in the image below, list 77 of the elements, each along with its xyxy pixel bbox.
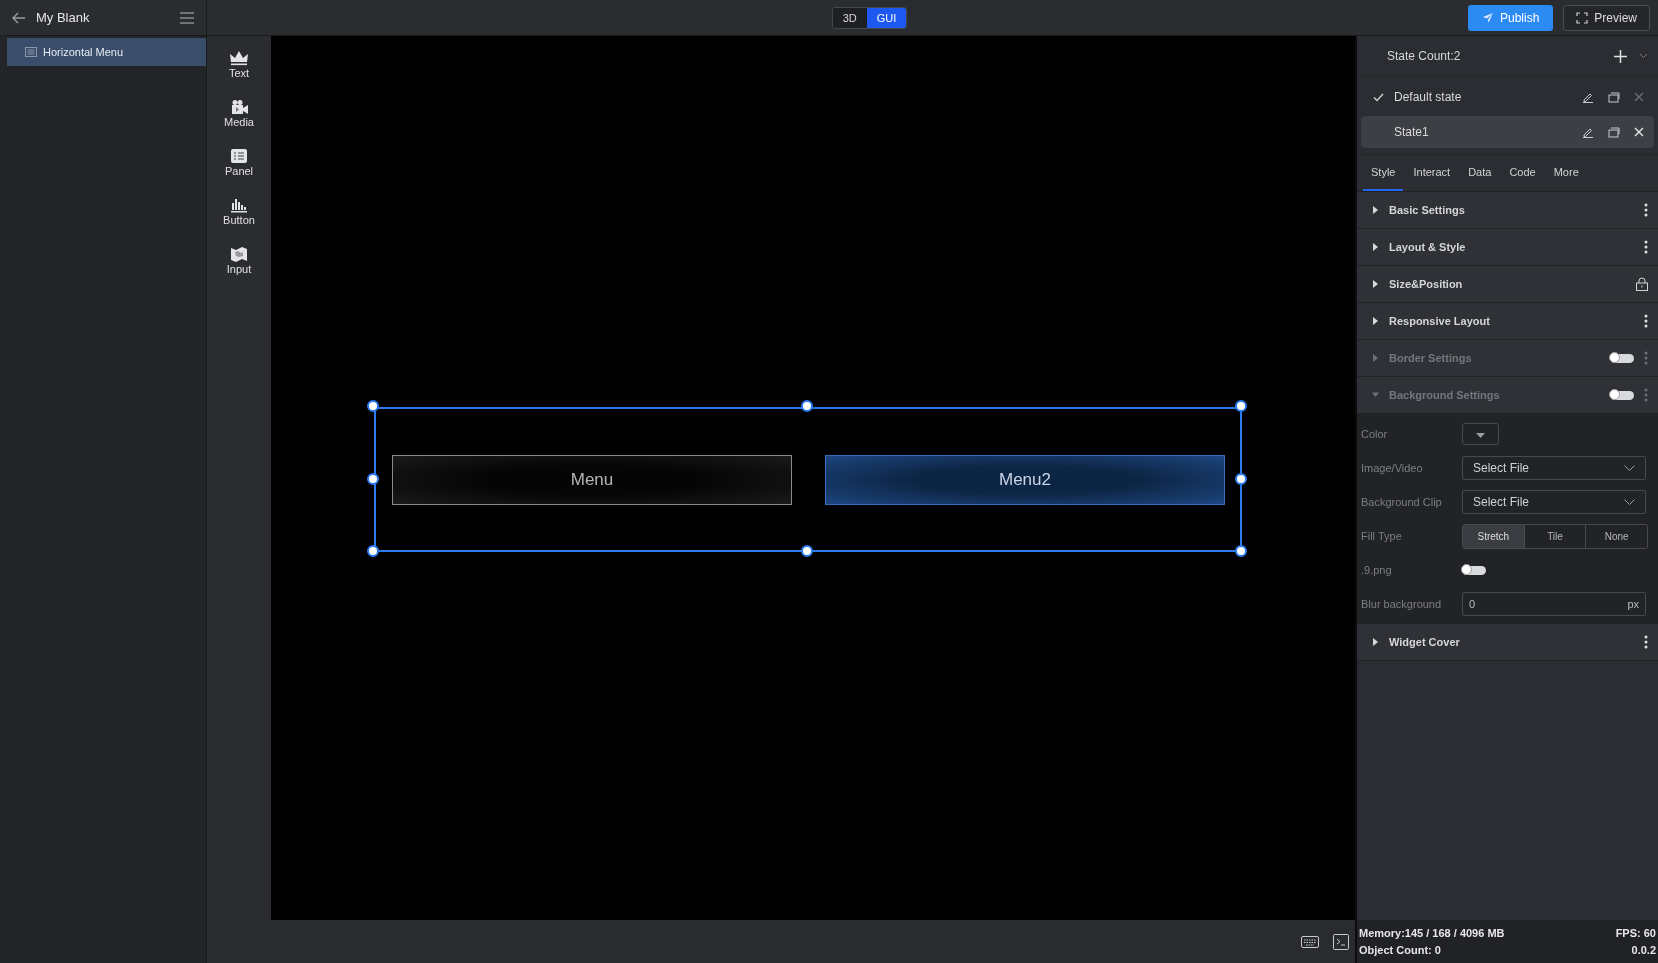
paper-plane-icon xyxy=(1481,11,1494,24)
resize-handle[interactable] xyxy=(367,545,379,557)
caret-right-icon xyxy=(1372,280,1379,288)
color-picker[interactable] xyxy=(1462,423,1499,445)
memory-usage: Memory:145 / 168 / 4096 MB xyxy=(1359,927,1505,939)
more-icon[interactable] xyxy=(1644,635,1648,649)
fullscreen-icon xyxy=(1576,11,1589,24)
resize-handle[interactable] xyxy=(1235,545,1247,557)
edit-icon[interactable] xyxy=(1582,126,1594,138)
mode-tab[interactable]: 3D xyxy=(832,7,867,28)
field-label: Fill Type xyxy=(1361,530,1403,542)
copy-icon[interactable] xyxy=(1608,91,1620,103)
keyboard-icon[interactable] xyxy=(1301,935,1319,948)
selection-frame[interactable]: Menu Menu2 xyxy=(374,407,1242,552)
bar-chart-icon xyxy=(229,197,249,213)
add-icon[interactable] xyxy=(1614,49,1627,63)
chevron-down-icon xyxy=(1624,465,1635,471)
copy-icon[interactable] xyxy=(1608,126,1620,138)
menu-item[interactable]: Menu2 xyxy=(825,454,1225,505)
mode-tab[interactable]: GUI xyxy=(866,7,907,28)
field-label: Color xyxy=(1361,428,1389,440)
layer-item[interactable]: Horizontal Menu xyxy=(7,38,206,66)
project-title: My Blank xyxy=(36,10,91,25)
more-icon[interactable] xyxy=(1644,203,1648,217)
toolbox-item[interactable]: Input xyxy=(226,246,252,275)
video-camera-icon xyxy=(229,99,249,115)
toolbox-item[interactable]: Panel xyxy=(224,148,254,177)
field-label: Blur background xyxy=(1361,598,1443,610)
list-icon xyxy=(25,47,37,57)
resize-handle[interactable] xyxy=(801,400,813,412)
caret-down-icon xyxy=(1476,433,1485,438)
caret-right-icon xyxy=(1372,354,1379,362)
caret-down-icon xyxy=(1372,391,1379,399)
more-icon[interactable] xyxy=(1644,314,1648,328)
resize-handle[interactable] xyxy=(801,545,813,557)
toolbox-item[interactable]: Text xyxy=(228,50,250,79)
state-count-label: State Count:2 xyxy=(1387,49,1462,63)
toolbox-item[interactable]: Button xyxy=(223,197,255,226)
crown-icon xyxy=(229,50,249,66)
edit-icon[interactable] xyxy=(1582,91,1594,103)
settings-section-header[interactable]: Widget Cover xyxy=(1357,624,1658,661)
more-icon[interactable] xyxy=(1644,240,1648,254)
field-label: .9.png xyxy=(1361,564,1393,576)
panel-tab[interactable]: More xyxy=(1545,155,1587,191)
settings-section-header[interactable]: Basic Settings xyxy=(1357,192,1658,229)
settings-section-header[interactable]: Size&Position xyxy=(1357,266,1658,303)
menu-icon[interactable] xyxy=(180,11,194,24)
terminal-icon[interactable] xyxy=(1333,933,1349,950)
fps-counter: FPS: 60 xyxy=(1615,927,1656,939)
field-label: Image/Video xyxy=(1361,462,1424,474)
chevron-down-icon xyxy=(1624,499,1635,505)
map-icon xyxy=(229,246,249,262)
resize-handle[interactable] xyxy=(367,400,379,412)
settings-section-header[interactable]: Layout & Style xyxy=(1357,229,1658,266)
state-item[interactable]: State1 xyxy=(1361,116,1654,148)
panel-tab[interactable]: Interact xyxy=(1405,155,1459,191)
caret-right-icon xyxy=(1372,638,1379,646)
chevron-down-icon[interactable] xyxy=(1639,53,1648,59)
caret-right-icon xyxy=(1372,243,1379,251)
resize-handle[interactable] xyxy=(1235,472,1247,485)
preview-button[interactable]: Preview xyxy=(1563,4,1650,31)
caret-right-icon xyxy=(1372,206,1379,214)
menu-item[interactable]: Menu xyxy=(392,454,792,505)
resize-handle[interactable] xyxy=(1235,400,1247,412)
panel-tab[interactable]: Code xyxy=(1501,155,1544,191)
back-arrow-icon[interactable] xyxy=(12,11,26,24)
lock-icon[interactable] xyxy=(1636,277,1648,291)
object-count: Object Count: 0 xyxy=(1359,944,1441,956)
panel-tab[interactable]: Data xyxy=(1460,155,1500,191)
caret-right-icon xyxy=(1372,317,1379,325)
toolbox-item[interactable]: Media xyxy=(224,99,254,128)
version-number: 0.0.2 xyxy=(1631,944,1656,956)
settings-section-header[interactable]: Responsive Layout xyxy=(1357,303,1658,340)
state-item[interactable]: Default state xyxy=(1361,81,1654,113)
field-label: Background Clip xyxy=(1361,496,1443,508)
panel-icon xyxy=(229,148,249,164)
resize-handle[interactable] xyxy=(367,472,379,485)
